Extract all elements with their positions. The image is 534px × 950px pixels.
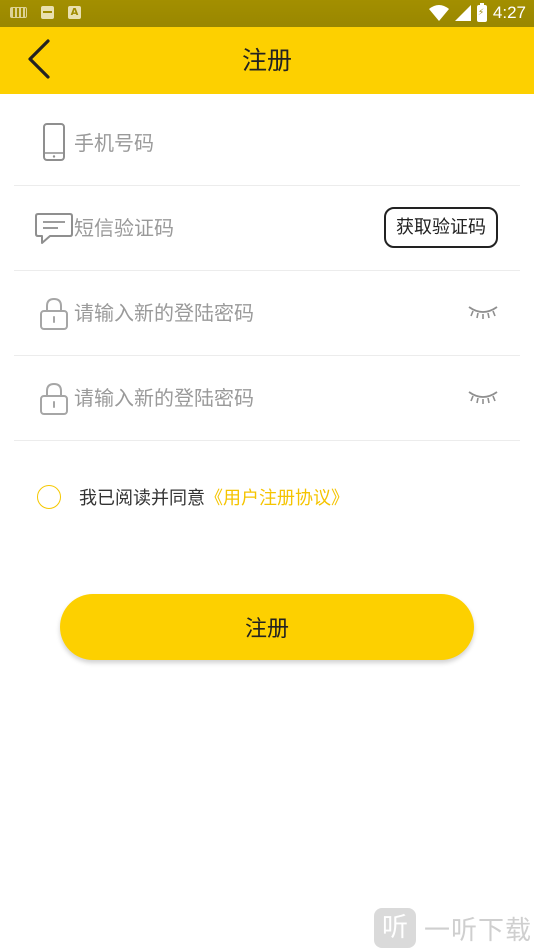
password-confirm-row (14, 356, 520, 441)
watermark-text: 一听下载 (424, 915, 533, 946)
wifi-icon (428, 5, 449, 21)
keyboard-icon (10, 7, 27, 18)
phone-row (14, 101, 520, 186)
status-system: ⚡ 4:27 (428, 2, 526, 23)
status-notifications: A (10, 6, 81, 19)
agreement-text: 我已阅读并同意 (79, 488, 205, 509)
phone-input[interactable] (74, 123, 374, 163)
status-bar: A ⚡ 4:27 (0, 0, 534, 27)
lock-icon (40, 297, 68, 330)
battery-icon: ⚡ (476, 2, 487, 22)
battery-charging-label: ⚡ (477, 7, 485, 18)
sms-code-input[interactable] (74, 208, 374, 248)
agreement-link[interactable]: 《用户注册协议》 (205, 484, 349, 510)
app-bar: 注册 (0, 27, 534, 94)
signal-icon (454, 5, 471, 21)
password-confirm-input[interactable] (74, 378, 374, 418)
agreement-checkbox[interactable] (37, 485, 61, 509)
sms-code-row: 获取验证码 (14, 186, 520, 271)
status-time: 4:27 (492, 3, 526, 22)
app-notification-icon: A (68, 6, 81, 19)
sd-card-icon (41, 6, 54, 19)
back-button[interactable] (18, 39, 62, 83)
agreement: 我已阅读并同意 《用户注册协议》 (37, 484, 349, 510)
phone-icon (43, 123, 65, 161)
eye-closed-icon[interactable] (466, 386, 500, 408)
password-input[interactable] (74, 293, 374, 333)
watermark-logo: 听 (374, 908, 416, 948)
page-title: 注册 (241, 46, 292, 75)
password-row (14, 271, 520, 356)
register-button[interactable]: 注册 (60, 594, 474, 660)
eye-closed-icon[interactable] (466, 301, 500, 323)
get-code-button[interactable]: 获取验证码 (384, 207, 498, 248)
message-icon (35, 213, 73, 244)
register-form: 获取验证码 (14, 101, 520, 441)
lock-icon (40, 382, 68, 415)
chevron-left-icon (28, 39, 50, 79)
watermark: 听 一听下载 (374, 908, 532, 948)
